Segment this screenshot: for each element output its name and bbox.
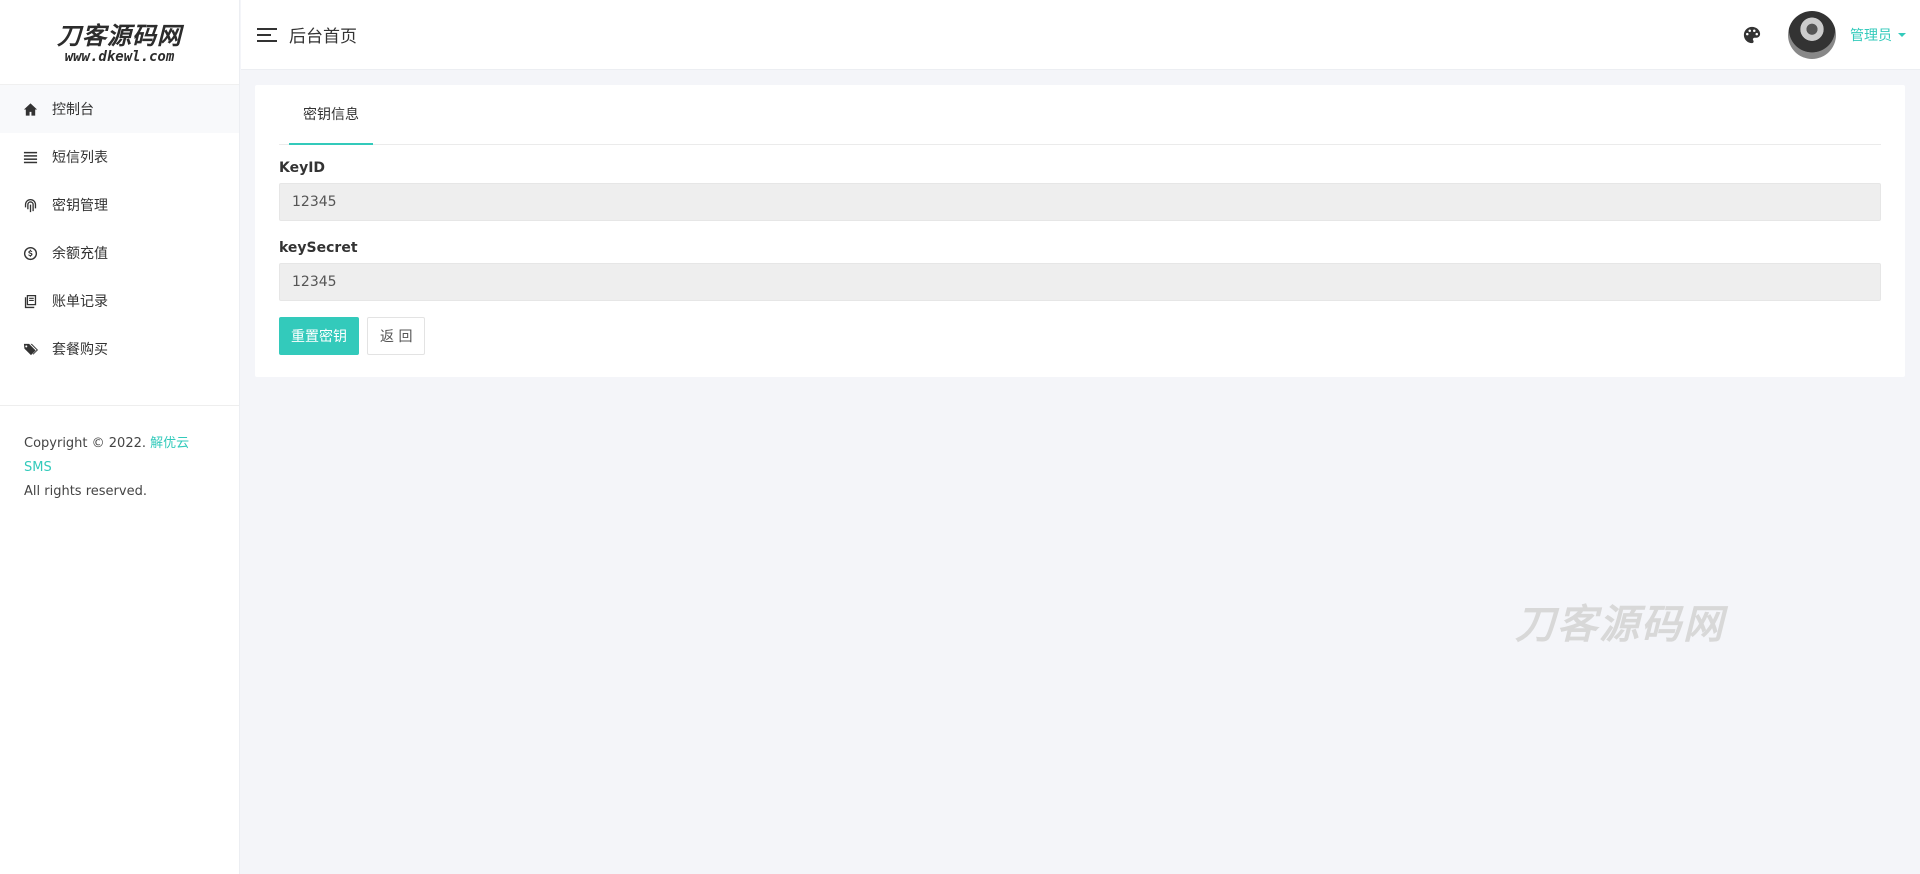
button-row: 重置密钥 返 回: [279, 317, 1881, 355]
menu-toggle-icon[interactable]: [257, 27, 277, 42]
sidebar-item-label: 套餐购买: [52, 342, 108, 358]
sidebar: 刀客源码网 www.dkewl.com 控制台 短信列表 密钥管理 余额充值 账…: [0, 0, 240, 874]
fingerprint-icon: [22, 197, 38, 213]
tags-icon: [22, 341, 38, 357]
key-id-field[interactable]: [279, 183, 1881, 221]
book-icon: [22, 293, 38, 309]
sidebar-item-key-management[interactable]: 密钥管理: [0, 181, 239, 229]
key-secret-field[interactable]: [279, 263, 1881, 301]
user-menu[interactable]: 管理员: [1850, 25, 1906, 45]
sidebar-item-label: 余额充值: [52, 246, 108, 262]
palette-icon[interactable]: [1742, 25, 1762, 45]
home-icon: [22, 101, 38, 117]
sidebar-nav: 控制台 短信列表 密钥管理 余额充值 账单记录 套餐购买: [0, 85, 239, 373]
copyright: Copyright © 2022. 解优云SMS All rights rese…: [0, 406, 239, 530]
dollar-circle-icon: [22, 245, 38, 261]
sidebar-item-recharge[interactable]: 余额充值: [0, 229, 239, 277]
key-secret-label: keySecret: [279, 240, 358, 256]
sidebar-item-dashboard[interactable]: 控制台: [0, 85, 239, 133]
sidebar-item-sms-list[interactable]: 短信列表: [0, 133, 239, 181]
tab-bar: 密钥信息: [279, 85, 1881, 145]
sidebar-item-label: 控制台: [52, 102, 94, 118]
key-id-label: KeyID: [279, 160, 326, 176]
logo[interactable]: 刀客源码网 www.dkewl.com: [0, 0, 239, 85]
copyright-prefix: Copyright © 2022.: [24, 436, 147, 451]
page-title: 后台首页: [289, 27, 357, 47]
sidebar-item-bills[interactable]: 账单记录: [0, 277, 239, 325]
back-button[interactable]: 返 回: [367, 317, 426, 355]
logo-sub-text: www.dkewl.com: [64, 48, 175, 65]
sidebar-item-label: 账单记录: [52, 294, 108, 310]
key-info-card: 密钥信息 KeyID keySecret 重置密钥 返 回: [255, 85, 1905, 377]
sidebar-item-label: 密钥管理: [52, 198, 108, 214]
tab-key-info[interactable]: 密钥信息: [289, 85, 373, 145]
sidebar-item-package-purchase[interactable]: 套餐购买: [0, 325, 239, 373]
logo-main-text: 刀客源码网: [57, 20, 182, 50]
user-name: 管理员: [1850, 27, 1892, 44]
copyright-suffix: All rights reserved.: [24, 484, 147, 499]
topbar: 后台首页 管理员: [241, 0, 1920, 70]
topbar-right: 管理员: [1742, 10, 1920, 59]
watermark: 刀客源码网: [1515, 601, 1725, 648]
chevron-down-icon: [1898, 32, 1906, 37]
list-icon: [22, 149, 38, 165]
avatar[interactable]: [1788, 10, 1836, 59]
sidebar-item-label: 短信列表: [52, 150, 108, 166]
reset-key-button[interactable]: 重置密钥: [279, 317, 359, 355]
